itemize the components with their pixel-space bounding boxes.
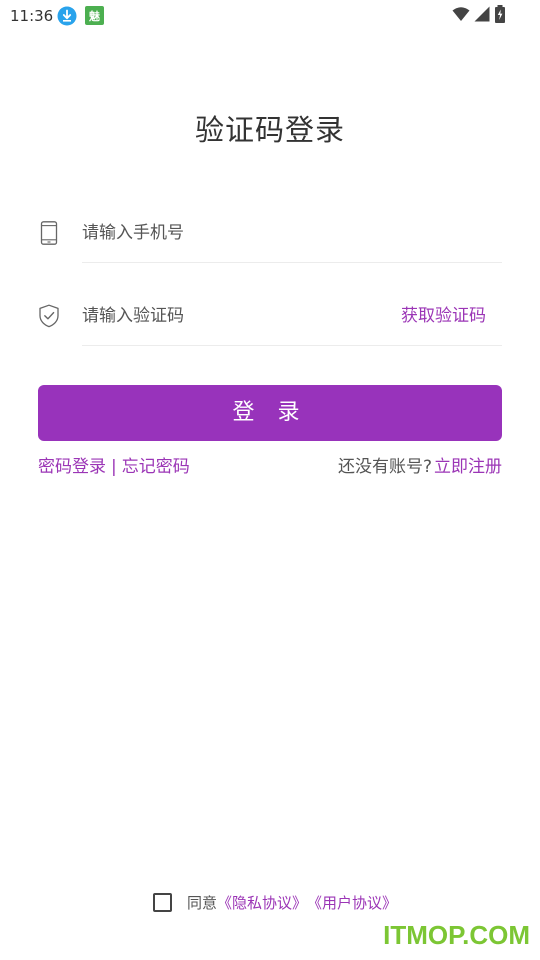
agreement-prefix: 同意 — [187, 893, 218, 912]
status-indicators — [452, 5, 506, 27]
password-login-link[interactable]: 密码登录 — [38, 457, 106, 477]
agreement-checkbox[interactable] — [153, 892, 172, 912]
no-account-text: 还没有账号? — [337, 457, 432, 477]
phone-icon — [38, 221, 60, 245]
shield-check-icon — [38, 304, 60, 328]
status-bar: 11:36 魅 — [0, 0, 540, 32]
user-agreement-link[interactable]: 《用户协议》 — [307, 892, 397, 913]
app-notification-icon: 魅 — [85, 6, 104, 25]
code-field-row: 获取验证码 — [38, 290, 502, 346]
register-link[interactable]: 立即注册 — [434, 457, 502, 477]
forgot-password-link[interactable]: 忘记密码 — [122, 457, 190, 477]
status-time: 11:36 — [10, 7, 54, 25]
code-input[interactable] — [82, 296, 382, 336]
agreement-row: 同意 《隐私协议》 《用户协议》 — [153, 890, 397, 914]
code-field-divider — [82, 345, 502, 346]
left-links: 密码登录 | 忘记密码 — [38, 454, 190, 480]
battery-charging-icon — [494, 5, 506, 27]
right-links: 还没有账号? 立即注册 — [338, 454, 502, 480]
signal-icon — [474, 6, 490, 26]
watermark: ITMOP.COM — [383, 920, 530, 950]
page-title: 验证码登录 — [194, 113, 345, 147]
links-separator: | — [111, 457, 117, 477]
download-notification-icon — [57, 6, 77, 26]
phone-input[interactable] — [82, 213, 382, 253]
links-row: 密码登录 | 忘记密码 还没有账号? 立即注册 — [38, 454, 502, 480]
get-code-button[interactable]: 获取验证码 — [401, 304, 486, 328]
wifi-icon — [452, 6, 470, 26]
phone-field-row — [38, 207, 502, 263]
phone-field-divider — [82, 262, 502, 263]
privacy-policy-link[interactable]: 《隐私协议》 — [217, 892, 307, 913]
login-button[interactable]: 登 录 — [38, 385, 502, 441]
app-icon-glyph: 魅 — [89, 9, 100, 23]
